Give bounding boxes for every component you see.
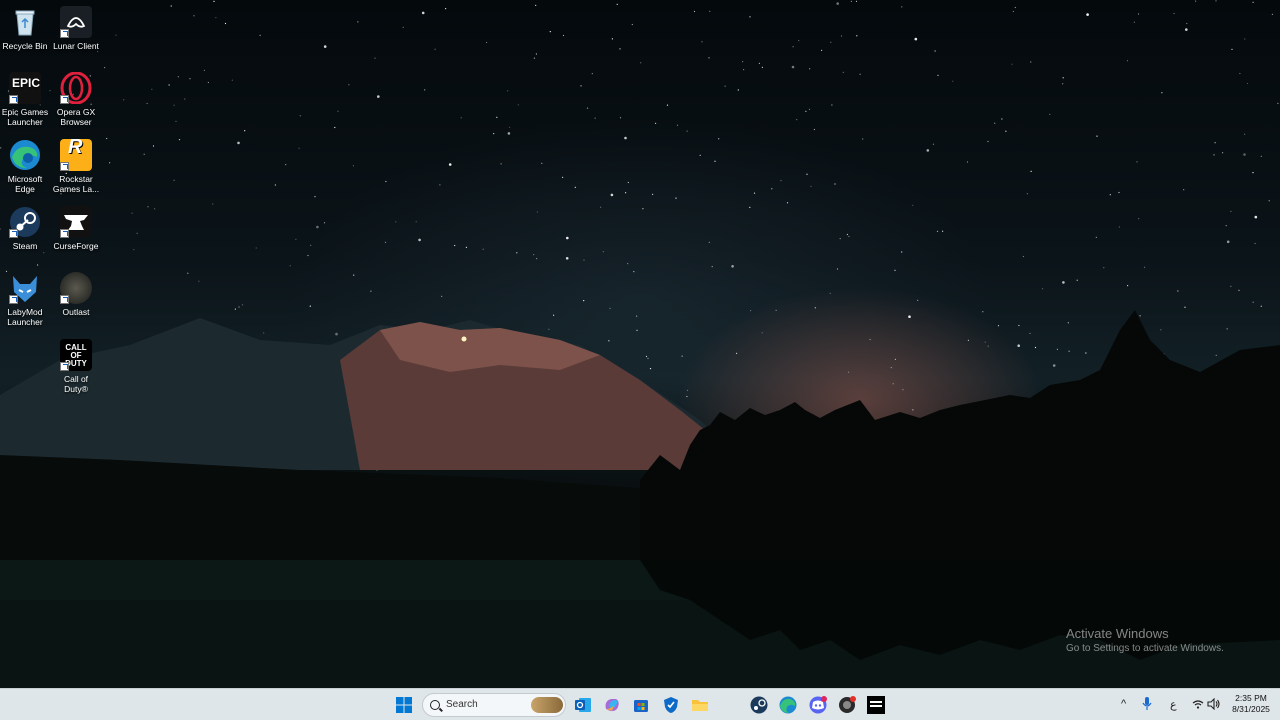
desktop-icon-label: Call of Duty® — [63, 374, 89, 394]
shortcut-arrow-icon — [60, 95, 69, 104]
epic-logo-text: EPIC — [12, 76, 41, 90]
rockstar-icon: R — [60, 136, 92, 171]
shortcut-arrow-icon — [60, 295, 69, 304]
watermark-title: Activate Windows — [1066, 626, 1169, 641]
desktop-icon-outlast[interactable]: Outlast — [51, 272, 101, 317]
taskbar-outlook[interactable] — [573, 695, 593, 715]
desktop-icon-rockstar[interactable]: R Rockstar Games La... — [51, 136, 101, 194]
rockstar-logo-text: R — [68, 136, 83, 158]
microsoft-store-icon — [634, 700, 648, 712]
shortcut-arrow-icon — [60, 362, 69, 371]
volume-icon[interactable] — [1207, 697, 1221, 713]
lunar-client-icon — [60, 6, 92, 38]
desktop-icon-label: Steam — [12, 241, 38, 251]
activate-windows-watermark: Activate Windows Go to Settings to activ… — [1066, 626, 1224, 654]
desktop-icon-label: Lunar Client — [53, 41, 99, 51]
outlast-icon — [60, 272, 92, 304]
edge-icon — [9, 139, 41, 171]
desktop-icon-curseforge[interactable]: CurseForge — [51, 206, 101, 251]
taskbar-steam[interactable] — [749, 695, 769, 715]
shortcut-arrow-icon — [60, 229, 69, 238]
clock-time: 2:35 PM — [1235, 693, 1267, 703]
copilot-icon — [605, 699, 619, 712]
edge-icon — [779, 696, 797, 714]
clock-date: 8/31/2025 — [1232, 704, 1270, 714]
taskbar-app[interactable] — [837, 695, 857, 715]
epic-games-icon: EPIC — [9, 72, 41, 104]
shortcut-arrow-icon — [60, 29, 69, 38]
call-of-duty-icon — [867, 696, 885, 714]
wifi-icon[interactable] — [1192, 699, 1204, 712]
desktop-icon-label: Microsoft Edge — [7, 174, 43, 194]
wallpaper-landscape — [0, 310, 1280, 688]
taskbar-discord[interactable] — [808, 695, 828, 715]
taskbar-call-of-duty[interactable] — [866, 695, 886, 715]
desktop-icon-labymod[interactable]: LabyMod Launcher — [0, 272, 50, 327]
search-placeholder: Search — [446, 699, 478, 710]
taskbar-clock[interactable]: 2:35 PM 8/31/2025 — [1226, 693, 1276, 715]
shortcut-arrow-icon — [9, 95, 18, 104]
recycle-bin-icon — [9, 6, 41, 38]
language-indicator[interactable]: ع — [1170, 698, 1177, 711]
taskbar-edge[interactable] — [778, 695, 798, 715]
taskbar-file-explorer[interactable] — [690, 695, 710, 715]
tray-overflow-chevron[interactable]: ^ — [1121, 698, 1126, 710]
file-explorer-icon — [692, 700, 708, 711]
microphone-icon[interactable] — [1142, 696, 1152, 715]
desktop-icon-label: Epic Games Launcher — [1, 107, 49, 127]
desktop-icon-microsoft-edge[interactable]: Microsoft Edge — [0, 139, 50, 194]
taskbar: Search ^ ع 2:35 PM 8/31/2025 — [0, 688, 1280, 720]
desktop-icon-label: Opera GX Browser — [56, 107, 96, 127]
desktop-icon-label: LabyMod Launcher — [7, 307, 43, 327]
search-highlight-image — [531, 697, 563, 713]
search-icon — [430, 700, 440, 710]
shortcut-arrow-icon — [60, 162, 69, 171]
discord-icon — [809, 696, 827, 714]
desktop-icon-opera-gx[interactable]: Opera GX Browser — [51, 71, 101, 127]
desktop-icon-steam[interactable]: Steam — [0, 206, 50, 251]
security-icon — [664, 697, 678, 713]
shortcut-arrow-icon — [9, 229, 18, 238]
opera-gx-icon — [60, 71, 92, 105]
taskbar-store[interactable] — [631, 695, 651, 715]
taskbar-copilot[interactable] — [602, 695, 622, 715]
outlook-icon — [575, 698, 591, 712]
labymod-icon — [9, 272, 41, 304]
desktop-icon-call-of-duty[interactable]: CALL OF DUTY Call of Duty® — [51, 339, 101, 394]
desktop-icon-label: Rockstar Games La... — [52, 174, 100, 194]
call-of-duty-icon: CALL OF DUTY — [60, 339, 92, 371]
curseforge-icon — [60, 206, 92, 238]
start-button[interactable] — [394, 695, 414, 715]
desktop-icon-label: Outlast — [62, 307, 90, 317]
desktop-icon-epic-games[interactable]: EPIC Epic Games Launcher — [0, 72, 50, 127]
desktop-icon-lunar-client[interactable]: Lunar Client — [51, 6, 101, 51]
taskbar-search[interactable]: Search — [422, 693, 566, 717]
steam-icon — [750, 696, 768, 714]
desktop-icon-recycle-bin[interactable]: Recycle Bin — [0, 6, 50, 51]
desktop-icon-label: Recycle Bin — [2, 41, 48, 51]
app-icon — [839, 696, 856, 713]
start-icon — [396, 697, 412, 713]
steam-icon — [9, 206, 41, 238]
taskbar-security[interactable] — [661, 695, 681, 715]
shortcut-arrow-icon — [9, 295, 18, 304]
desktop: Recycle Bin Lunar Client EPIC Epic Games… — [0, 0, 1280, 688]
watermark-subtitle: Go to Settings to activate Windows. — [1066, 643, 1224, 654]
desktop-icon-label: CurseForge — [53, 241, 99, 251]
